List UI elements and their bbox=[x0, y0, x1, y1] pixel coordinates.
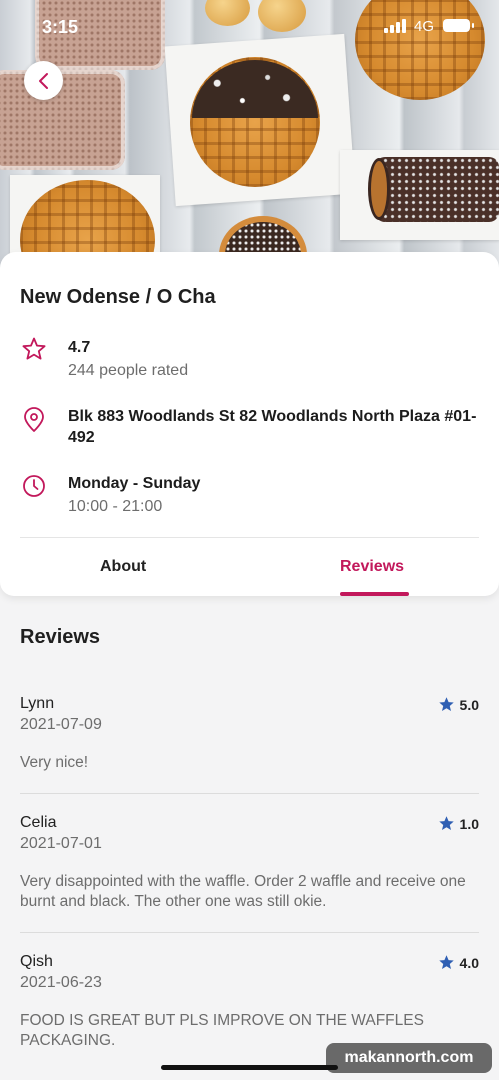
home-indicator[interactable] bbox=[161, 1065, 338, 1070]
star-outline-icon bbox=[22, 337, 46, 360]
rating-value: 4.7 bbox=[68, 339, 91, 356]
rating-count: 244 people rated bbox=[68, 362, 189, 379]
review-date: 2021-06-23 bbox=[20, 974, 102, 991]
back-button[interactable] bbox=[24, 61, 63, 100]
review-rating-value: 5.0 bbox=[459, 696, 479, 713]
review-date: 2021-07-09 bbox=[20, 716, 102, 733]
reviewer-name: Qish bbox=[20, 953, 53, 970]
battery-icon bbox=[443, 19, 474, 32]
network-type: 4G bbox=[414, 18, 435, 35]
location-pin-icon bbox=[24, 407, 44, 432]
review-divider bbox=[20, 793, 479, 794]
restaurant-info-card: New Odense / O Cha 4.7 244 people rated … bbox=[0, 252, 499, 596]
restaurant-name: New Odense / O Cha bbox=[20, 286, 216, 308]
reviewer-name: Lynn bbox=[20, 695, 55, 712]
star-filled-icon bbox=[438, 816, 454, 831]
address: Blk 883 Woodlands St 82 Woodlands North … bbox=[68, 408, 477, 446]
opening-hours: 10:00 - 21:00 bbox=[68, 498, 163, 515]
active-tab-indicator bbox=[340, 592, 409, 596]
review-date: 2021-07-01 bbox=[20, 835, 102, 852]
watermark: makannorth.com bbox=[326, 1043, 492, 1073]
back-chevron-icon bbox=[38, 72, 48, 89]
reviews-heading: Reviews bbox=[20, 626, 101, 648]
clock-icon bbox=[23, 475, 45, 497]
review-rating: 5.0 bbox=[438, 696, 479, 713]
signal-icon bbox=[384, 19, 408, 33]
star-filled-icon bbox=[438, 697, 454, 712]
review-rating-value: 1.0 bbox=[459, 815, 479, 832]
review-rating: 1.0 bbox=[438, 815, 479, 832]
review-text: Very nice! bbox=[20, 754, 89, 771]
review-text: Very disappointed with the waffle. Order… bbox=[20, 873, 466, 910]
reviewer-name: Celia bbox=[20, 814, 57, 831]
review-divider bbox=[20, 932, 479, 933]
opening-days: Monday - Sunday bbox=[68, 475, 201, 492]
review-rating-value: 4.0 bbox=[459, 954, 479, 971]
divider bbox=[20, 537, 479, 538]
tab-about[interactable]: About bbox=[100, 558, 146, 576]
review-rating: 4.0 bbox=[438, 954, 479, 971]
star-filled-icon bbox=[438, 955, 454, 970]
status-bar: 3:15 4G bbox=[0, 0, 499, 50]
status-time: 3:15 bbox=[42, 17, 79, 37]
tab-reviews[interactable]: Reviews bbox=[340, 558, 404, 576]
